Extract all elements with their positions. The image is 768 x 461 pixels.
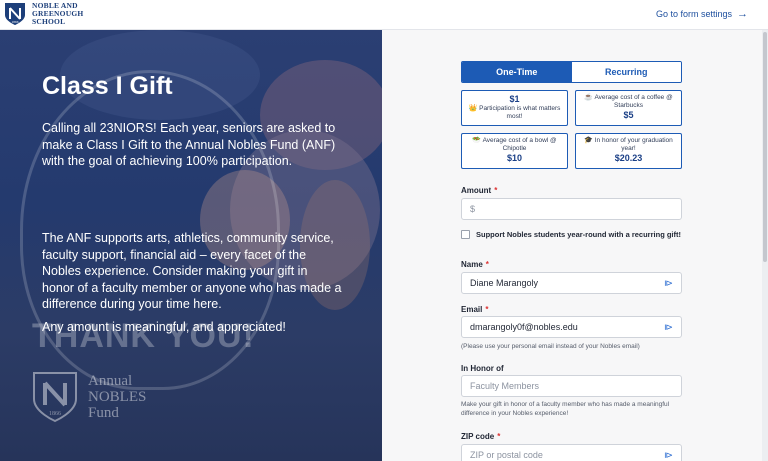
arrow-right-icon: → [737,7,748,20]
name-label: Name * [461,260,489,269]
fund-name-line2: NOBLES [88,389,147,405]
zip-input[interactable]: ZIP or postal code ⧐ [461,444,682,461]
grad-cap-icon: 🎓 [584,137,593,144]
email-label: Email * [461,305,488,314]
preset-description: Participation is what matters most! [479,105,561,120]
preset-amount-2[interactable]: ☕ Average cost of a coffee @ Starbucks $… [575,90,682,126]
amount-label-text: Amount [461,186,492,195]
hero-paragraph-2: The ANF supports arts, athletics, commun… [42,231,342,311]
required-marker: * [485,260,489,269]
preset-amount-value: $1 [509,94,520,104]
name-input[interactable]: Diane Marangoly ⧐ [461,272,682,294]
required-marker: * [485,305,489,314]
email-hint: (Please use your personal email instead … [461,343,640,350]
school-name: NOBLE AND GREENOUGH SCHOOL [32,2,83,26]
one-time-tab[interactable]: One-Time [462,62,572,82]
email-value: dmarangoly0f@nobles.edu [470,322,578,332]
school-logo[interactable]: 1866 NOBLE AND GREENOUGH SCHOOL [4,2,83,26]
autofill-icon[interactable]: ⧐ [664,278,673,289]
honor-placeholder: Faculty Members [470,381,540,391]
required-marker: * [497,432,501,441]
preset-amount-value: $10 [506,153,523,163]
preset-description: Average cost of a bowl @ Chipotle [482,137,557,152]
svg-text:1866: 1866 [49,411,61,417]
email-label-text: Email [461,305,483,314]
amount-placeholder: $ [470,204,476,214]
name-label-text: Name [461,260,483,269]
recurring-gift-label: Support Nobles students year-round with … [476,230,682,239]
form-settings-label: Go to form settings [655,9,732,19]
preset-description: In honor of your graduation year! [594,137,673,152]
form-settings-link[interactable]: Go to form settings → [655,7,748,20]
recurring-gift-checkbox[interactable] [461,230,470,239]
preset-amount-1[interactable]: $1 👑 Participation is what matters most! [461,90,568,126]
frequency-toggle: One-Time Recurring [461,61,682,83]
amount-label: Amount * [461,186,497,195]
preset-amount-value: $20.23 [614,153,643,163]
recurring-tab[interactable]: Recurring [571,62,681,82]
fund-name-line3: Fund [88,405,119,421]
annual-fund-logo: 1866 Annual NOBLES Fund [32,371,146,423]
honor-input[interactable]: Faculty Members [461,375,682,397]
honor-hint: Make your gift in honor of a faculty mem… [461,401,670,417]
autofill-icon[interactable]: ⧐ [664,450,673,461]
hero-paragraph-3: Any amount is meaningful, and appreciate… [42,320,286,334]
scrollbar-thumb[interactable] [763,32,767,262]
hero-panel: THANK YOU! Class I Gift Calling all 23NI… [0,30,382,461]
top-bar: 1866 NOBLE AND GREENOUGH SCHOOL Go to fo… [0,0,768,30]
amount-input[interactable]: $ [461,198,682,220]
preset-amount-4[interactable]: 🎓 In honor of your graduation year! $20.… [575,133,682,169]
preset-description: Average cost of a coffee @ Starbucks [594,94,673,109]
shield-logo-icon: 1866 [5,3,25,25]
crown-icon: 👑 [468,105,478,112]
svg-text:1866: 1866 [12,20,19,24]
fund-name-line1: Annual [88,373,133,389]
zip-placeholder: ZIP or postal code [470,450,543,460]
zip-label: ZIP code * [461,432,500,441]
bowl-icon: 🥗 [472,137,482,144]
recurring-gift-checkbox-row[interactable]: Support Nobles students year-round with … [461,230,681,239]
page-title: Class I Gift [42,72,173,100]
preset-amount-3[interactable]: 🥗 Average cost of a bowl @ Chipotle $10 [461,133,568,169]
honor-label: In Honor of [461,364,504,373]
donation-form: One-Time Recurring $1 👑 Participation is… [382,30,768,461]
fund-shield-icon: 1866 [33,372,77,423]
required-marker: * [494,186,498,195]
school-name-line3: SCHOOL [32,17,66,26]
autofill-icon[interactable]: ⧐ [664,322,673,333]
fund-name: Annual NOBLES Fund [88,373,146,421]
name-value: Diane Marangoly [470,278,539,288]
coffee-icon: ☕ [584,94,593,101]
preset-amount-value: $5 [623,110,634,120]
hero-paragraph-1: Calling all 23NIORS! Each year, seniors … [42,121,336,168]
email-input[interactable]: dmarangoly0f@nobles.edu ⧐ [461,316,682,338]
zip-label-text: ZIP code [461,432,495,441]
